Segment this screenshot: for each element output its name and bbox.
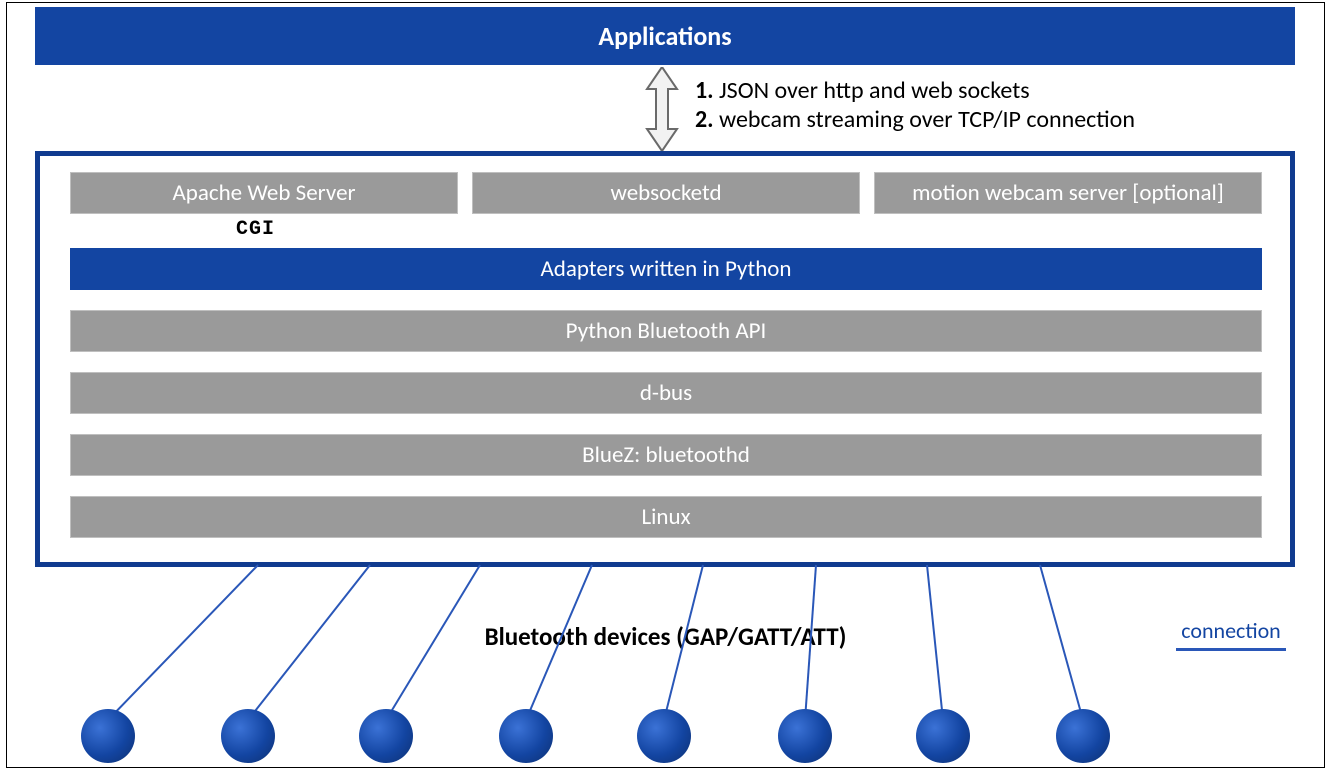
diagram-frame: Applications 1. JSON over http and web s…	[6, 2, 1325, 768]
websocketd-layer: websocketd	[472, 172, 860, 214]
server-stack-box: Apache Web Server websocketd motion webc…	[35, 151, 1295, 567]
cgi-label: CGI	[236, 218, 275, 241]
python-bluetooth-api-layer: Python Bluetooth API	[70, 310, 1262, 352]
conn-line1: JSON over http and web sockets	[719, 76, 1030, 105]
d-bus-layer: d-bus	[70, 372, 1262, 414]
pyapi-label: Python Bluetooth API	[566, 317, 767, 345]
bluetooth-devices-label: Bluetooth devices (GAP/GATT/ATT)	[7, 621, 1324, 652]
bluetooth-device-node	[778, 709, 832, 763]
bidirectional-arrow-icon	[645, 67, 679, 151]
conn-line1-prefix: 1.	[695, 76, 714, 105]
adapters-python-layer: Adapters written in Python	[70, 248, 1262, 290]
bluetooth-device-node	[916, 709, 970, 763]
websocketd-label: websocketd	[610, 179, 721, 207]
apache-label: Apache Web Server	[172, 179, 355, 207]
bluez-bluetoothd-layer: BlueZ: bluetoothd	[70, 434, 1262, 476]
connection-legend-label: connection	[1181, 617, 1281, 644]
conn-line2-prefix: 2.	[695, 105, 714, 134]
connection-legend-line	[1176, 648, 1286, 651]
bluetooth-device-node	[499, 709, 553, 763]
bluetooth-device-node	[221, 709, 275, 763]
applications-layer: Applications	[35, 7, 1295, 65]
apache-web-server-layer: Apache Web Server	[70, 172, 458, 214]
conn-line2: webcam streaming over TCP/IP connection	[719, 105, 1135, 134]
connection-legend: connection	[1176, 617, 1286, 651]
bluetooth-device-node	[637, 709, 691, 763]
adapters-label: Adapters written in Python	[540, 255, 791, 283]
linux-layer: Linux	[70, 496, 1262, 538]
bluetooth-device-node	[1056, 709, 1110, 763]
bluetooth-device-node	[81, 709, 135, 763]
applications-label: Applications	[598, 20, 731, 52]
motion-label: motion webcam server [optional]	[912, 179, 1224, 207]
bluez-label: BlueZ: bluetoothd	[582, 441, 750, 469]
motion-webcam-server-layer: motion webcam server [optional]	[874, 172, 1262, 214]
dbus-label: d-bus	[640, 379, 692, 407]
connection-description: 1. JSON over http and web sockets 2. web…	[695, 77, 1135, 135]
linux-label: Linux	[641, 503, 690, 531]
bluetooth-device-node	[359, 709, 413, 763]
